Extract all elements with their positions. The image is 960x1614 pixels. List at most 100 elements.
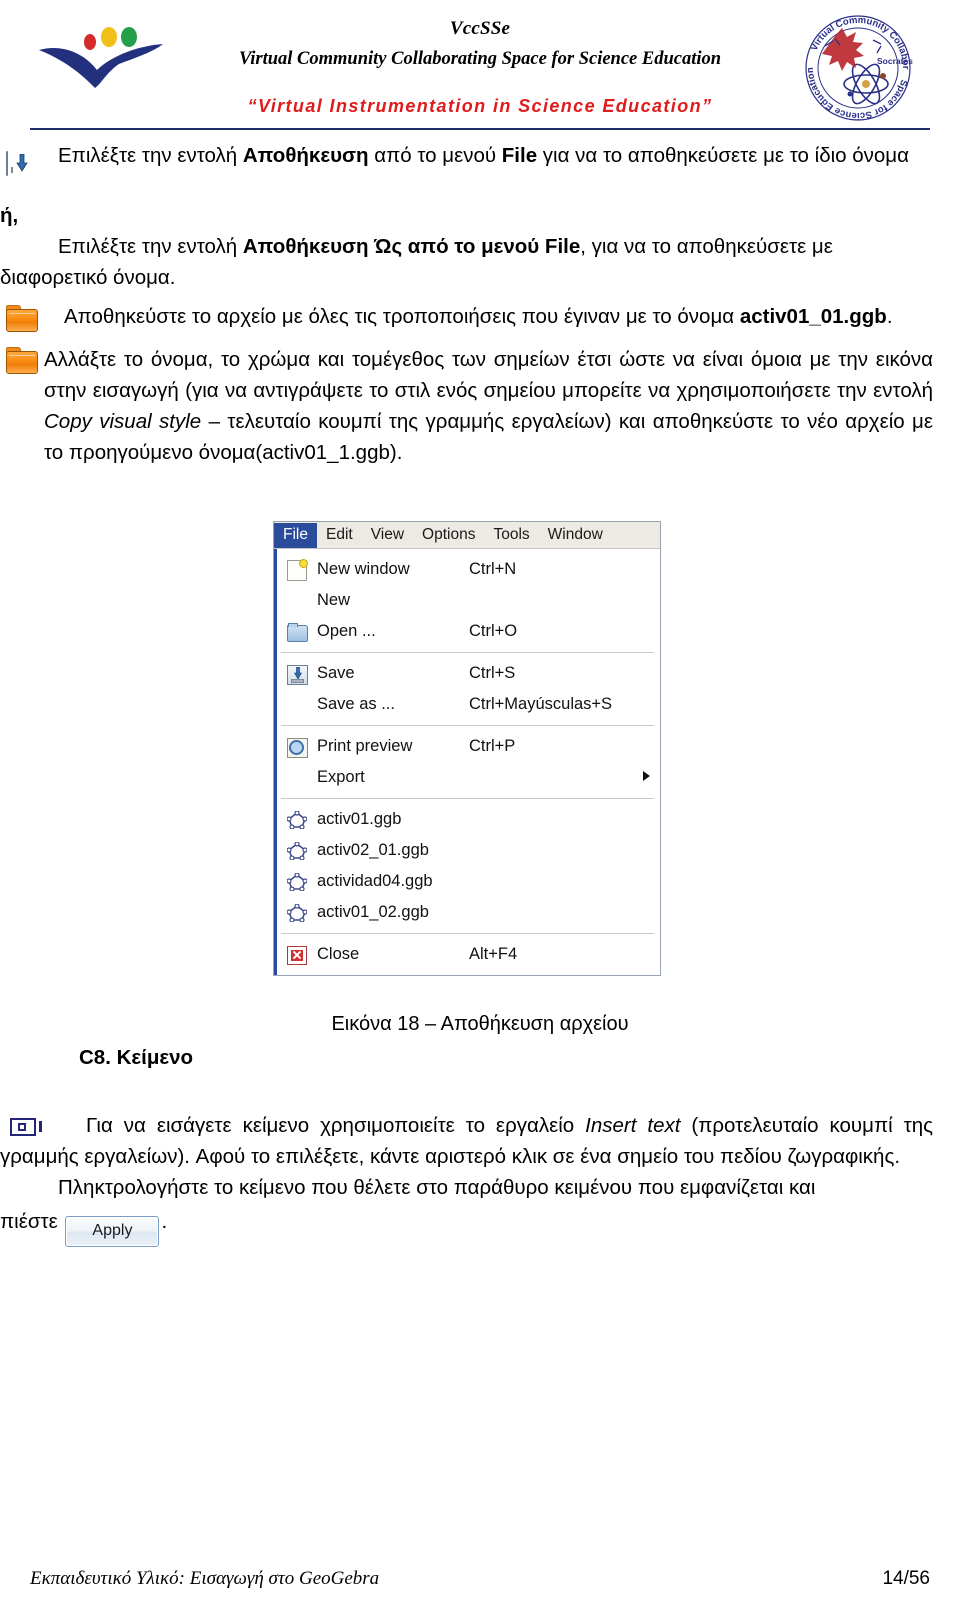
apply-button[interactable]: Apply	[65, 1216, 160, 1247]
menu-item-accel: Ctrl+Mayúsculas+S	[469, 695, 613, 713]
paragraph-save-same-name: Επιλέξτε την εντολή Αποθήκευση από το με…	[0, 140, 960, 202]
menu-item-recent-file-3[interactable]: actividad04.ggb	[277, 866, 660, 897]
insert-text-tool-icon	[8, 1116, 42, 1146]
figure-caption: Εικόνα 18 – Αποθήκευση αρχείου	[331, 1013, 629, 1035]
menu-edit[interactable]: Edit	[317, 523, 362, 548]
paragraph-save-activ01-01: Αποθηκεύστε το αρχείο με όλες τις τροποπ…	[0, 301, 960, 332]
section-c8-body: Για να εισάγετε κείμενο χρησιμοποιείτε τ…	[0, 1110, 960, 1247]
menu-item-recent-file-4[interactable]: activ01_02.ggb	[277, 897, 660, 928]
ggb-file-icon	[285, 902, 309, 923]
header-subtitle: Virtual Community Collaborating Space fo…	[238, 49, 722, 69]
p4-pre: Αποθηκεύστε το αρχείο με όλες τις τροποπ…	[64, 305, 740, 328]
page-header: VccSSe Virtual Community Collaborating S…	[0, 0, 960, 134]
menu-item-accel: Ctrl+P	[469, 737, 516, 755]
folder-icon	[6, 305, 40, 335]
menu-item-label: Open ...	[317, 622, 376, 640]
menu-item-recent-file-1[interactable]: activ01.ggb	[277, 804, 660, 835]
science-education-seal-logo: Virtual Community Collaborating Space fo…	[792, 0, 921, 124]
ggb-file-icon	[285, 809, 309, 830]
menu-item-label: actividad04.ggb	[317, 872, 433, 890]
document-content: Επιλέξτε την εντολή Αποθήκευση από το με…	[0, 140, 960, 468]
menu-separator	[281, 725, 654, 726]
p1-pre: Επιλέξτε την εντολή	[58, 144, 243, 167]
menu-separator	[281, 933, 654, 934]
svg-text:Socrates: Socrates	[877, 56, 913, 66]
paragraph-or: ή,	[0, 204, 19, 227]
menu-item-label: activ02_01.ggb	[317, 841, 429, 859]
vccsse-bird-logo	[35, 22, 180, 92]
footer-page-number: 14/56	[882, 1568, 930, 1589]
ggb-file-icon	[285, 840, 309, 861]
menu-tools[interactable]: Tools	[484, 523, 538, 548]
blank-icon-slot	[285, 695, 309, 715]
p1-bold-save: Αποθήκευση	[242, 144, 369, 167]
geogebra-file-menu-screenshot: File Edit View Options Tools Window New …	[273, 521, 661, 976]
menu-item-print-preview[interactable]: Print preview Ctrl+P	[277, 731, 660, 762]
open-folder-icon	[285, 622, 309, 642]
menu-item-save-as[interactable]: Save as ... Ctrl+Mayúsculas+S	[277, 689, 660, 720]
c8-p2-post: .	[161, 1210, 168, 1233]
menu-separator	[281, 652, 654, 653]
menu-separator	[281, 798, 654, 799]
page-footer: Εκπαιδευτικό Υλικό: Εισαγωγή στο GeoGebr…	[0, 1568, 960, 1598]
ggb-file-icon	[285, 871, 309, 892]
new-window-icon	[285, 558, 309, 581]
menu-item-new-window[interactable]: New window Ctrl+N	[277, 554, 660, 585]
save-disk-icon	[285, 664, 309, 685]
menu-item-accel: Ctrl+O	[469, 622, 518, 640]
c8-p2-pre: Πληκτρολογήστε το κείμενο που θέλετε στο…	[58, 1176, 816, 1199]
menu-item-label: Save as ...	[317, 695, 395, 713]
header-title: VccSSe	[449, 18, 511, 39]
p4-filename: activ01_01.ggb	[739, 305, 887, 328]
menu-item-label: Print preview	[317, 737, 413, 755]
file-menu-dropdown: New window Ctrl+N New Open ... Ctrl+O Sa…	[274, 549, 660, 975]
p1-post: για να το αποθηκεύσετε με το ίδιο όνομα	[537, 144, 909, 167]
paragraph-type-text: Πληκτρολογήστε το κείμενο που θέλετε στο…	[0, 1172, 960, 1203]
c8-press-label: πιέστε	[0, 1210, 58, 1233]
save-icon	[6, 148, 40, 178]
menu-item-export[interactable]: Export	[277, 762, 660, 793]
menu-item-label: New	[317, 591, 351, 609]
menu-window[interactable]: Window	[539, 523, 612, 548]
header-titles: VccSSe Virtual Community Collaborating S…	[190, 18, 770, 70]
menu-item-accel: Ctrl+N	[469, 560, 517, 578]
p5-a: Αλλάξτε το όνομα, το χρώμα και τομέγεθος…	[44, 348, 933, 402]
menu-item-new[interactable]: New	[277, 585, 660, 616]
menu-view[interactable]: View	[362, 523, 413, 548]
paragraph-save-as: Επιλέξτε την εντολή Αποθήκευση Ώς από το…	[0, 231, 960, 293]
paragraph-change-style: Αλλάξτε το όνομα, το χρώμα και τομέγεθος…	[0, 344, 960, 468]
menu-item-close[interactable]: Close Alt+F4	[277, 939, 660, 970]
menu-item-label: activ01_02.ggb	[317, 903, 429, 921]
menu-item-open[interactable]: Open ... Ctrl+O	[277, 616, 660, 647]
p1-bold-file: File	[501, 144, 538, 167]
paragraph-press-apply: πιέστε Apply.	[0, 1203, 960, 1247]
menu-item-label: Close	[317, 945, 360, 963]
header-slogan: “Virtual Instrumentation in Science Educ…	[247, 96, 713, 116]
menu-item-accel: Alt+F4	[469, 945, 518, 963]
footer-document-title: Εκπαιδευτικό Υλικό: Εισαγωγή στο GeoGebr…	[30, 1568, 380, 1589]
section-heading: C8. Κείμενο	[79, 1046, 194, 1069]
c8-insert-text-tool-name: Insert text	[585, 1114, 681, 1137]
paragraph-insert-text: Για να εισάγετε κείμενο χρησιμοποιείτε τ…	[0, 1110, 960, 1172]
menu-bar: File Edit View Options Tools Window	[274, 522, 660, 549]
menu-item-label: Save	[317, 664, 355, 682]
submenu-arrow-icon	[643, 771, 650, 781]
blank-icon-slot	[285, 768, 309, 788]
folder-icon	[6, 347, 40, 377]
menu-item-save[interactable]: Save Ctrl+S	[277, 658, 660, 689]
menu-item-label: New window	[317, 560, 410, 578]
header-divider	[30, 128, 930, 130]
close-icon	[285, 945, 309, 965]
print-preview-icon	[285, 737, 309, 758]
p3-bold-saveas: Αποθήκευση Ώς από το μενού File	[242, 235, 581, 258]
menu-item-label: activ01.ggb	[317, 810, 402, 828]
menu-item-accel: Ctrl+S	[469, 664, 516, 682]
p1-mid: από το μενού	[368, 144, 502, 167]
c8-p1-pre: Για να εισάγετε κείμενο χρησιμοποιείτε τ…	[86, 1114, 586, 1137]
menu-options[interactable]: Options	[413, 523, 484, 548]
p3-pre: Επιλέξτε την εντολή	[58, 235, 243, 258]
p5-copy-visual-style: Copy visual style	[44, 410, 202, 433]
menu-item-label: Export	[317, 768, 365, 786]
menu-file[interactable]: File	[274, 522, 317, 548]
menu-item-recent-file-2[interactable]: activ02_01.ggb	[277, 835, 660, 866]
